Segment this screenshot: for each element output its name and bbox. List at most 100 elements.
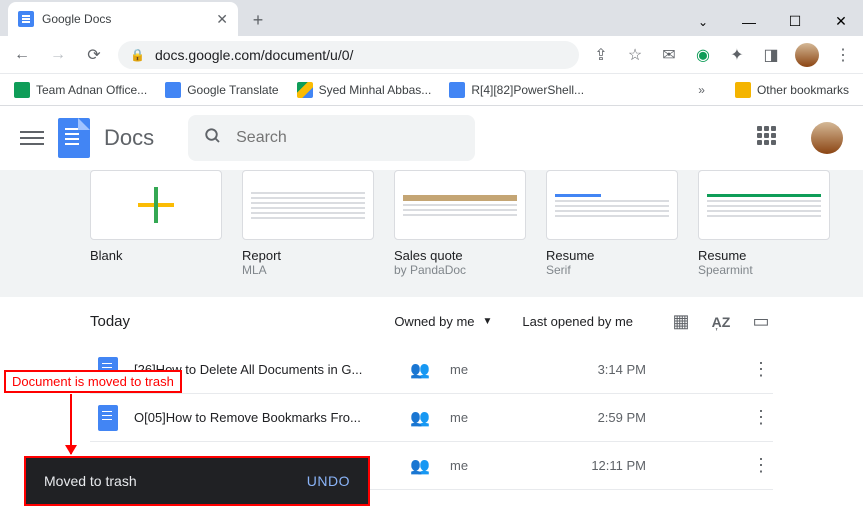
drive-icon xyxy=(297,82,313,98)
bookmark-item[interactable]: Syed Minhal Abbas... xyxy=(297,82,432,98)
close-window-button[interactable]: ✕ xyxy=(827,13,855,30)
docs-favicon xyxy=(18,11,34,27)
bookmark-label: Google Translate xyxy=(187,83,278,97)
account-avatar[interactable] xyxy=(811,122,843,154)
toast-notification: Moved to trash UNDO xyxy=(24,456,370,506)
search-input[interactable] xyxy=(236,129,458,147)
url-text: docs.google.com/document/u/0/ xyxy=(155,47,353,63)
minimize-button[interactable]: — xyxy=(735,14,763,30)
bookmark-bar: Team Adnan Office... Google Translate Sy… xyxy=(0,74,863,106)
bookmark-item[interactable]: Team Adnan Office... xyxy=(14,82,147,98)
doc-time: 12:11 PM xyxy=(546,458,646,473)
template-resume-serif[interactable]: Resume Serif xyxy=(546,170,678,277)
reload-button[interactable]: ⟳ xyxy=(82,43,106,67)
template-thumb xyxy=(242,170,374,240)
more-icon[interactable]: ⋮ xyxy=(749,359,773,380)
close-tab-icon[interactable]: ✕ xyxy=(216,11,228,28)
bookmark-item[interactable]: Google Translate xyxy=(165,82,278,98)
profile-avatar-icon[interactable] xyxy=(795,43,819,67)
sheets-icon xyxy=(14,82,30,98)
chevron-down-icon[interactable]: ⌄ xyxy=(689,15,717,29)
template-name: Resume xyxy=(698,248,830,263)
template-blank[interactable]: Blank xyxy=(90,170,222,277)
address-bar: ← → ⟳ 🔒 docs.google.com/document/u/0/ ⇪ … xyxy=(0,36,863,74)
search-icon xyxy=(204,127,222,150)
list-header: Today Owned by me ▼ Last opened by me ▦ … xyxy=(90,311,773,332)
bookmark-label: Team Adnan Office... xyxy=(36,83,147,97)
template-sub: Serif xyxy=(546,263,678,277)
folder-icon xyxy=(735,82,751,98)
template-salesquote[interactable]: Sales quote by PandaDoc xyxy=(394,170,526,277)
apps-grid-icon[interactable] xyxy=(757,126,781,150)
last-opened-label[interactable]: Last opened by me xyxy=(522,314,633,329)
other-bookmarks[interactable]: Other bookmarks xyxy=(735,82,849,98)
bookmark-item[interactable]: R[4][82]PowerShell... xyxy=(449,82,584,98)
template-thumb xyxy=(698,170,830,240)
section-label: Today xyxy=(90,313,130,330)
browser-titlebar: Google Docs ✕ + ⌄ — ☐ ✕ xyxy=(0,0,863,36)
template-name: Blank xyxy=(90,248,222,263)
doc-title: O[05]How to Remove Bookmarks Fro... xyxy=(134,410,394,425)
template-gallery: Blank Report MLA Sales quote by PandaDoc… xyxy=(0,170,863,297)
dropdown-icon: ▼ xyxy=(483,316,493,327)
docs-icon xyxy=(449,82,465,98)
template-sub: MLA xyxy=(242,263,374,277)
other-bookmarks-label: Other bookmarks xyxy=(757,83,849,97)
shared-icon: 👥 xyxy=(410,360,434,380)
owned-label: Owned by me xyxy=(394,314,474,329)
maximize-button[interactable]: ☐ xyxy=(781,13,809,30)
template-thumb xyxy=(546,170,678,240)
template-report[interactable]: Report MLA xyxy=(242,170,374,277)
overflow-icon[interactable]: » xyxy=(698,83,705,97)
tab-title: Google Docs xyxy=(42,12,208,26)
forward-button[interactable]: → xyxy=(46,43,70,67)
share-icon[interactable]: ⇪ xyxy=(591,45,611,65)
doc-owner: me xyxy=(450,362,530,377)
search-box[interactable] xyxy=(188,115,474,161)
template-thumb xyxy=(90,170,222,240)
mail-icon[interactable]: ✉ xyxy=(659,45,679,65)
omnibox[interactable]: 🔒 docs.google.com/document/u/0/ xyxy=(118,41,579,69)
doc-file-icon xyxy=(98,405,118,431)
template-name: Report xyxy=(242,248,374,263)
star-icon[interactable]: ☆ xyxy=(625,45,645,65)
document-row[interactable]: O[05]How to Remove Bookmarks Fro... 👥 me… xyxy=(90,394,773,442)
owned-by-dropdown[interactable]: Owned by me ▼ xyxy=(394,314,492,329)
extension-icon[interactable]: ◉ xyxy=(693,45,713,65)
template-thumb xyxy=(394,170,526,240)
new-tab-button[interactable]: + xyxy=(244,6,272,34)
lock-icon: 🔒 xyxy=(130,48,145,62)
grid-view-icon[interactable]: ▦ xyxy=(669,311,693,332)
shared-icon: 👥 xyxy=(410,456,434,476)
undo-button[interactable]: UNDO xyxy=(307,473,350,489)
doc-time: 3:14 PM xyxy=(546,362,646,377)
puzzle-icon[interactable]: ✦ xyxy=(727,45,747,65)
more-icon[interactable]: ⋮ xyxy=(749,455,773,476)
app-name: Docs xyxy=(104,125,154,151)
bookmark-label: Syed Minhal Abbas... xyxy=(319,83,432,97)
toast-message: Moved to trash xyxy=(44,473,137,489)
template-resume-spearmint[interactable]: Resume Spearmint xyxy=(698,170,830,277)
window-controls: ⌄ — ☐ ✕ xyxy=(689,13,855,36)
doc-time: 2:59 PM xyxy=(546,410,646,425)
translate-icon xyxy=(165,82,181,98)
more-icon[interactable]: ⋮ xyxy=(749,407,773,428)
sort-icon[interactable]: A͎Z xyxy=(709,314,733,330)
bookmark-label: R[4][82]PowerShell... xyxy=(471,83,584,97)
docs-logo-icon[interactable] xyxy=(58,118,90,158)
back-button[interactable]: ← xyxy=(10,43,34,67)
template-sub: Spearmint xyxy=(698,263,830,277)
annotation-callout: Document is moved to trash xyxy=(4,370,182,393)
browser-tab[interactable]: Google Docs ✕ xyxy=(8,2,238,36)
docs-header: Docs xyxy=(0,106,863,170)
hamburger-menu-icon[interactable] xyxy=(20,131,44,145)
template-sub: by PandaDoc xyxy=(394,263,526,277)
kebab-menu-icon[interactable]: ⋮ xyxy=(833,45,853,65)
template-name: Resume xyxy=(546,248,678,263)
doc-owner: me xyxy=(450,410,530,425)
sidepanel-icon[interactable]: ◨ xyxy=(761,45,781,65)
document-row[interactable]: [26]How to Delete All Documents in G... … xyxy=(90,346,773,394)
annotation-arrow xyxy=(70,394,72,454)
folder-icon[interactable]: ▭ xyxy=(749,311,773,332)
template-name: Sales quote xyxy=(394,248,526,263)
